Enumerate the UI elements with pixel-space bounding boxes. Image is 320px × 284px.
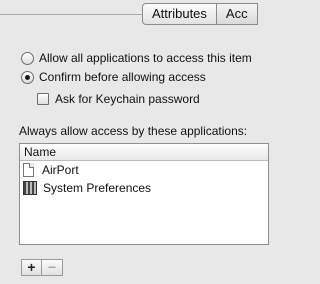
tab-attributes[interactable]: Attributes <box>142 3 217 25</box>
confirm-option[interactable]: Confirm before allowing access <box>21 70 206 84</box>
allow-all-radio[interactable] <box>21 51 34 65</box>
document-icon <box>23 163 34 177</box>
list-item-label: System Preferences <box>43 181 152 195</box>
ask-keychain-password-label: Ask for Keychain password <box>55 92 200 106</box>
confirm-label: Confirm before allowing access <box>39 70 206 84</box>
tab-access-control[interactable]: Acc <box>216 3 258 25</box>
list-item[interactable]: System Preferences <box>20 179 268 197</box>
column-header-name[interactable]: Name <box>20 144 268 161</box>
remove-button[interactable]: − <box>42 259 63 276</box>
tab-bar: Attributes Acc <box>142 3 258 25</box>
ask-keychain-password-checkbox[interactable] <box>37 93 49 105</box>
add-button[interactable]: + <box>21 259 42 276</box>
always-allow-label: Always allow access by these application… <box>19 124 248 138</box>
confirm-radio[interactable] <box>21 70 34 84</box>
list-item-label: AirPort <box>42 163 79 177</box>
list-item[interactable]: AirPort <box>20 161 268 179</box>
allow-all-option[interactable]: Allow all applications to access this it… <box>21 51 252 65</box>
ask-keychain-password-option[interactable]: Ask for Keychain password <box>37 92 200 106</box>
allow-all-label: Allow all applications to access this it… <box>39 51 252 65</box>
system-preferences-icon <box>23 181 37 195</box>
applications-list[interactable]: Name AirPort System Preferences <box>19 143 269 245</box>
